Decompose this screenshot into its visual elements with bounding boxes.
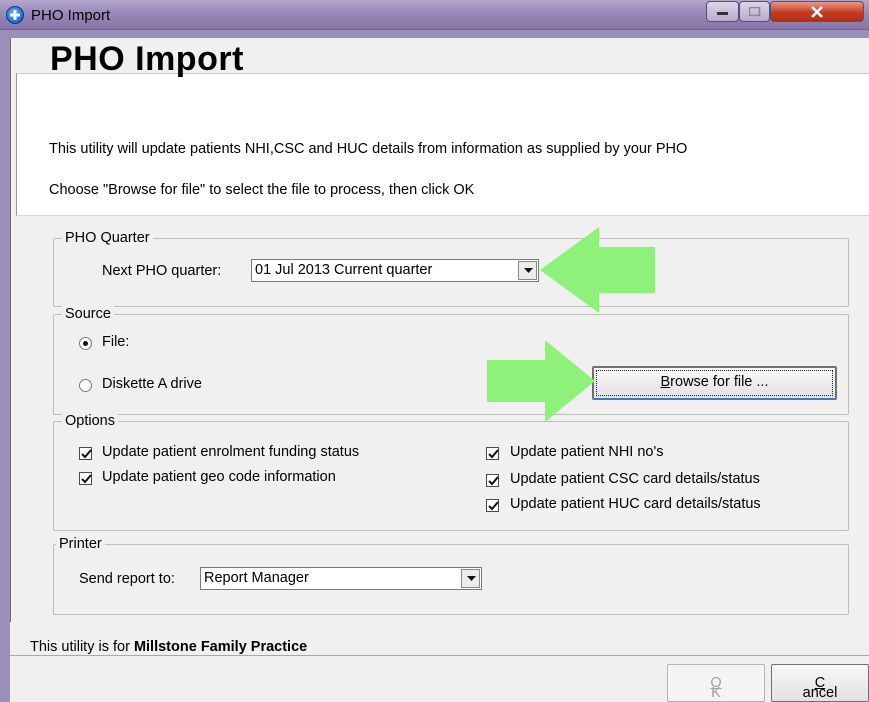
- page-title: PHO Import: [50, 40, 244, 78]
- practice-name: Millstone Family Practice: [133, 639, 308, 655]
- send-report-value: Report Manager: [204, 570, 309, 586]
- ok-label: K: [711, 685, 721, 701]
- nhi-label[interactable]: Update patient NHI no's: [510, 444, 664, 460]
- right-arrow-icon: [487, 340, 595, 422]
- checkmark-icon: [81, 449, 92, 459]
- left-arrow-icon: [540, 227, 655, 313]
- close-icon: [811, 5, 823, 18]
- close-button[interactable]: [770, 1, 864, 22]
- source-legend: Source: [62, 306, 114, 322]
- source-file-label[interactable]: File:: [102, 334, 129, 350]
- checkmark-icon: [488, 449, 499, 459]
- send-report-select[interactable]: Report Manager: [200, 567, 482, 590]
- pho-quarter-legend: PHO Quarter: [62, 230, 153, 246]
- minimize-button[interactable]: [706, 1, 739, 22]
- practice-note: This utility is for Millstone Family Pra…: [30, 639, 307, 659]
- nhi-checkbox[interactable]: [486, 447, 499, 460]
- geo-code-checkbox[interactable]: [79, 472, 92, 485]
- huc-checkbox[interactable]: [486, 499, 499, 512]
- csc-label[interactable]: Update patient CSC card details/status: [510, 471, 760, 487]
- browse-accel: B: [660, 374, 671, 390]
- maximize-button[interactable]: [739, 1, 770, 22]
- maximize-icon: [748, 6, 760, 16]
- description-line-1: This utility will update patients NHI,CS…: [49, 141, 688, 157]
- next-quarter-value: 01 Jul 2013 Current quarter: [255, 262, 433, 278]
- window-title: PHO Import: [31, 7, 111, 24]
- cancel-button[interactable]: Cancel: [771, 664, 869, 702]
- title-bar[interactable]: PHO Import: [0, 0, 869, 30]
- source-file-radio[interactable]: [79, 337, 92, 350]
- app-plus-icon: [6, 6, 24, 24]
- source-diskette-radio[interactable]: [79, 379, 92, 392]
- options-legend: Options: [62, 413, 118, 429]
- enrolment-funding-label[interactable]: Update patient enrolment funding status: [102, 444, 359, 460]
- csc-checkbox[interactable]: [486, 474, 499, 487]
- browse-for-file-button[interactable]: Browse for file ...: [592, 366, 837, 400]
- browse-label: rowse for file ...: [670, 374, 769, 390]
- practice-note-prefix: This utility is for: [30, 639, 130, 655]
- printer-legend: Printer: [56, 536, 105, 552]
- cancel-label: ancel: [802, 685, 838, 701]
- next-quarter-select[interactable]: 01 Jul 2013 Current quarter: [251, 259, 539, 282]
- geo-code-label[interactable]: Update patient geo code information: [102, 469, 336, 485]
- source-diskette-label[interactable]: Diskette A drive: [102, 376, 202, 392]
- checkmark-icon: [81, 474, 92, 484]
- enrolment-funding-checkbox[interactable]: [79, 447, 92, 460]
- checkmark-icon: [488, 476, 499, 486]
- huc-label[interactable]: Update patient HUC card details/status: [510, 496, 761, 512]
- ok-button[interactable]: OK: [667, 664, 765, 702]
- send-report-label: Send report to:: [79, 571, 175, 587]
- radio-selected-dot: [83, 341, 88, 346]
- divider: [10, 655, 869, 656]
- next-quarter-label: Next PHO quarter:: [102, 263, 222, 279]
- chevron-down-icon[interactable]: [461, 569, 480, 588]
- minimize-icon: [716, 11, 728, 15]
- description-line-2: Choose "Browse for file" to select the f…: [49, 182, 475, 198]
- checkmark-icon: [488, 501, 499, 511]
